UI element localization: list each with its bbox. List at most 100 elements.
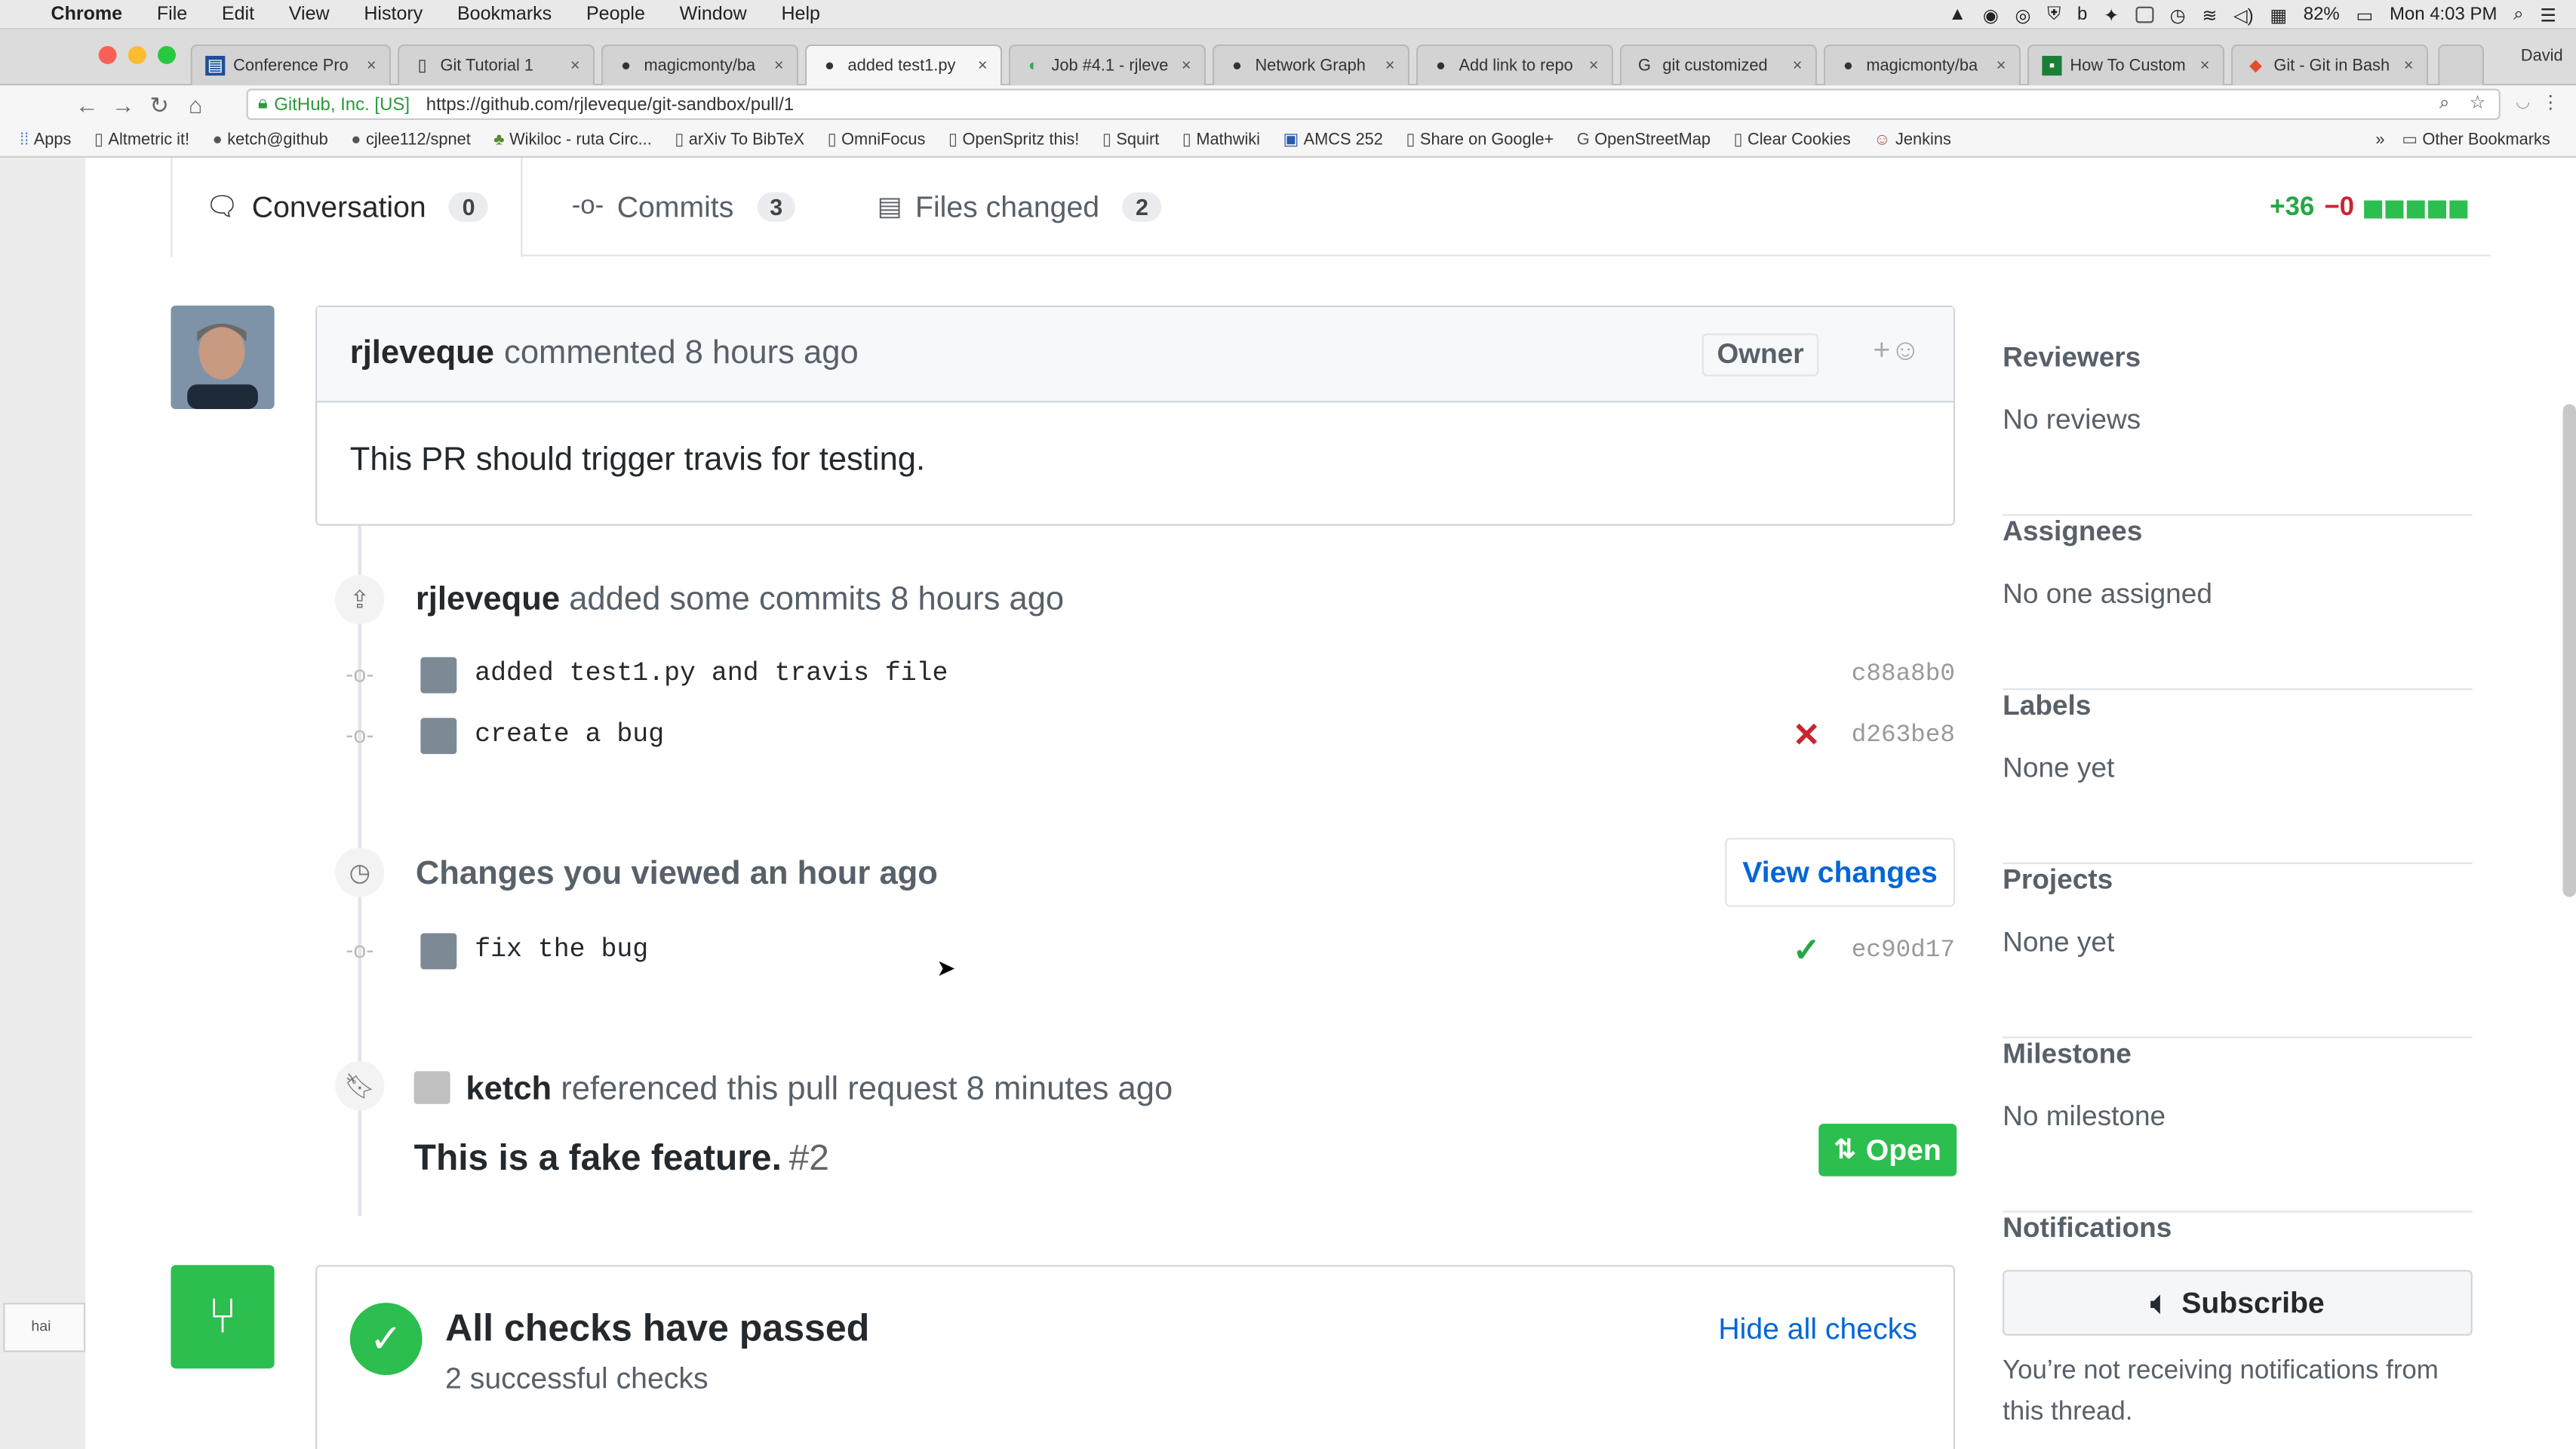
labels-label[interactable]: Labels [2003, 690, 2091, 723]
subscribe-button[interactable]: 🔈︎ Subscribe [2003, 1269, 2473, 1336]
extension-icon[interactable]: ◡ [2516, 94, 2530, 112]
menu-help[interactable]: Help [781, 4, 820, 23]
menu-edit[interactable]: Edit [222, 4, 254, 23]
tab-commits[interactable]: -o- Commits 3 [572, 158, 796, 257]
drive-icon[interactable]: ▲ [1948, 5, 1966, 25]
tab-add-link[interactable]: ● Add link to repo × [1416, 44, 1614, 86]
flag-icon[interactable]: ▦ [2270, 4, 2287, 26]
timemachine-icon[interactable]: ◷ [2170, 4, 2186, 26]
comment-author[interactable]: rjleveque [350, 335, 494, 373]
close-tab-icon[interactable]: × [1589, 57, 1599, 75]
bookmark-amcs[interactable]: ▣ AMCS 252 [1283, 131, 1383, 149]
bookmark-omnifocus[interactable]: ▯ OmniFocus [828, 131, 926, 149]
close-tab-icon[interactable]: × [570, 57, 580, 75]
tab-conversation[interactable]: 🗨︎ Conversation 0 [171, 157, 523, 258]
milestone-label[interactable]: Milestone [2003, 1038, 2132, 1072]
ketch-avatar[interactable] [413, 1071, 450, 1104]
tab-how-to-custom[interactable]: ▪ How To Custom × [2027, 44, 2225, 86]
spotlight-icon[interactable]: ⌕ [2513, 4, 2523, 25]
bookmarks-overflow[interactable]: » [2375, 131, 2384, 149]
menu-file[interactable]: File [157, 4, 187, 23]
menu-icon[interactable]: ⋮ [2541, 92, 2559, 113]
new-tab-button[interactable] [2438, 44, 2485, 86]
close-tab-icon[interactable]: × [774, 57, 784, 75]
commit-author-avatar[interactable] [420, 657, 457, 694]
zoom-window-icon[interactable] [158, 45, 176, 64]
commit-row[interactable]: -o- create a bug ✕ d263be8 [345, 712, 1955, 761]
tab-git-customized[interactable]: Ggit customized × [1619, 44, 1818, 86]
clock[interactable]: Mon 4:03 PM [2390, 5, 2497, 25]
commit-row[interactable]: -o- fix the bug ✓ ec90d17 [345, 927, 1955, 976]
tab-added-test1[interactable]: ● added test1.py × [804, 44, 1003, 86]
close-tab-icon[interactable]: × [1997, 57, 2006, 75]
commit-message[interactable]: fix the bug [475, 935, 648, 964]
home-icon[interactable]: ⌂ [177, 92, 214, 118]
x-failure-icon[interactable]: ✕ [1793, 715, 1821, 755]
minimize-window-icon[interactable] [128, 45, 146, 64]
commit-message[interactable]: create a bug [475, 719, 664, 749]
avatar[interactable] [171, 305, 275, 410]
bookmark-other[interactable]: ▭ Other Bookmarks [2402, 131, 2550, 149]
commit-sha[interactable]: c88a8b0 [1852, 660, 1955, 688]
menu-history[interactable]: History [364, 4, 423, 23]
bookmark-cjlee[interactable]: ● cjlee112/spnet [351, 131, 471, 149]
close-tab-icon[interactable]: × [978, 57, 988, 75]
assignees-label[interactable]: Assignees [2003, 516, 2142, 549]
hide-checks-link[interactable]: Hide all checks [1718, 1312, 1917, 1347]
close-tab-icon[interactable]: × [1385, 57, 1395, 75]
url-text[interactable]: https://github.com/rjleveque/git-sandbox… [426, 94, 794, 114]
bookmark-wikiloc[interactable]: ♣ Wikiloc - ruta Circ... [493, 131, 652, 149]
bookmark-openspritz[interactable]: ▯ OpenSpritz this! [948, 131, 1079, 149]
tab-files-changed[interactable]: ▤ Files changed 2 [878, 158, 1162, 257]
menu-app[interactable]: Chrome [51, 4, 122, 23]
profile-name[interactable]: David [2521, 48, 2563, 66]
close-tab-icon[interactable]: × [2200, 57, 2210, 75]
zoom-icon[interactable]: ⌕ [2439, 94, 2449, 115]
close-tab-icon[interactable]: × [2404, 57, 2414, 75]
back-arrow-icon[interactable]: ← [69, 92, 105, 118]
view-changes-button[interactable]: View changes [1725, 838, 1955, 907]
tab-travis-job[interactable]: ◐ Job #4.1 - rjleve × [1008, 44, 1207, 86]
tab-network-graph[interactable]: ● Network Graph × [1212, 44, 1410, 86]
volume-icon[interactable]: ◁) [2233, 4, 2253, 26]
menu-people[interactable]: People [586, 4, 645, 23]
tab-git-in-bash[interactable]: ◆ Git - Git in Bash × [2230, 44, 2429, 86]
tab-git-tutorial[interactable]: ▯ Git Tutorial 1 × [397, 44, 595, 86]
b-icon[interactable]: b [2077, 5, 2087, 25]
address-bar[interactable]: 🔒︎ GitHub, Inc. [US] https://github.com/… [246, 88, 2501, 120]
bookmark-clear-cookies[interactable]: ▯ Clear Cookies [1733, 131, 1850, 149]
commit-sha[interactable]: d263be8 [1852, 721, 1955, 749]
battery-icon[interactable]: ▭ [2356, 4, 2374, 26]
menu-bookmarks[interactable]: Bookmarks [457, 4, 552, 23]
bookmark-apps[interactable]: ⁞⁞ Apps [20, 131, 71, 149]
commits-event-author[interactable]: rjleveque [416, 582, 560, 618]
reload-icon[interactable]: ↻ [141, 91, 177, 119]
bookmark-altmetric[interactable]: ▯ Altmetric it! [94, 131, 189, 149]
commit-row[interactable]: -o- added test1.py and travis file c88a8… [345, 651, 1955, 700]
bookmark-mathwiki[interactable]: ▯ Mathwiki [1182, 131, 1260, 149]
forward-icon[interactable]: → [105, 92, 141, 118]
reference-author[interactable]: ketch [466, 1071, 552, 1107]
star-icon[interactable]: ☆ [2470, 92, 2486, 113]
close-tab-icon[interactable]: × [1793, 57, 1803, 75]
display-icon[interactable] [2135, 6, 2153, 23]
commit-author-avatar[interactable] [420, 933, 457, 970]
comment-timestamp[interactable]: commented 8 hours ago [504, 335, 859, 373]
check-success-icon[interactable]: ✓ [1793, 930, 1821, 971]
bookmark-ketch[interactable]: ● ketch@github [213, 131, 328, 149]
onepassword-icon[interactable]: ◉ [1983, 4, 1999, 26]
add-reaction-icon[interactable]: +☺ [1873, 334, 1920, 368]
close-tab-icon[interactable]: × [367, 57, 377, 75]
bookmark-share-google[interactable]: ▯ Share on Google+ [1406, 131, 1554, 149]
bookmark-squirt[interactable]: ▯ Squirt [1102, 131, 1159, 149]
scrollbar[interactable] [2562, 404, 2576, 897]
tab-conference[interactable]: ▤ Conference Pro × [190, 44, 392, 86]
menu-window[interactable]: Window [680, 4, 747, 23]
notification-center-icon[interactable]: ☰ [2540, 4, 2556, 26]
shield-icon[interactable]: ⛨ [2047, 4, 2061, 25]
bookmark-jenkins[interactable]: ☺ Jenkins [1874, 131, 1951, 149]
bookmark-osm[interactable]: G OpenStreetMap [1577, 131, 1711, 149]
projects-label[interactable]: Projects [2003, 864, 2113, 897]
referenced-issue-number[interactable]: #2 [789, 1137, 829, 1177]
dropbox-icon[interactable]: ✦ [2104, 4, 2119, 26]
